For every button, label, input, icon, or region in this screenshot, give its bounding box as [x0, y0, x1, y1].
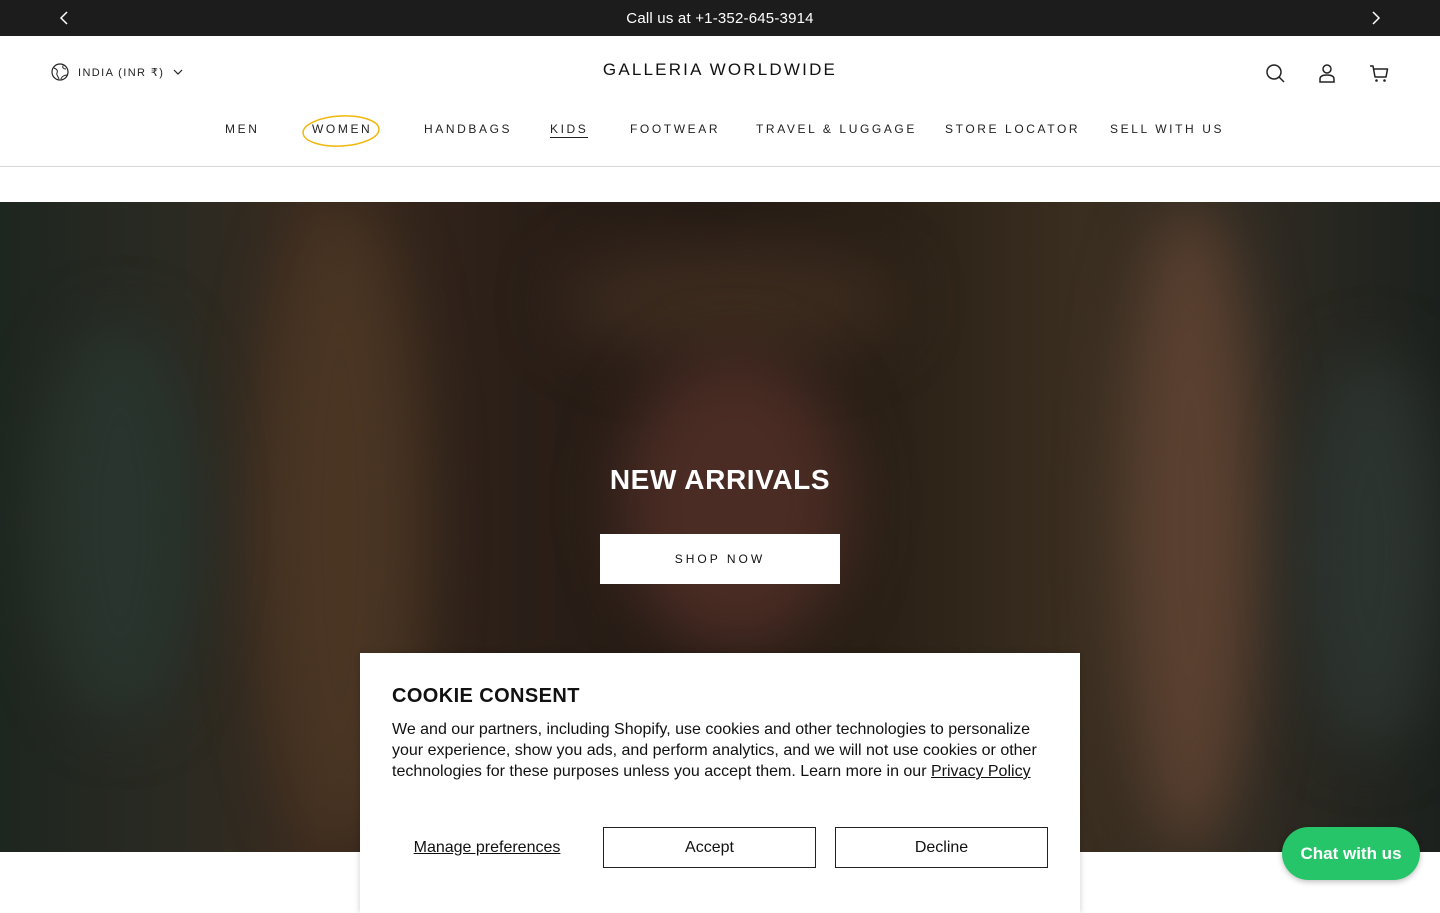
account-button[interactable] [1315, 61, 1339, 85]
chevron-right-icon [1372, 11, 1381, 25]
site-logo[interactable]: GALLERIA WORLDWIDE [580, 60, 860, 80]
globe-icon [51, 63, 69, 81]
chevron-left-icon [59, 11, 68, 25]
hero-background-shape [1300, 352, 1440, 752]
country-selector[interactable]: INDIA (INR ₹) [51, 63, 183, 81]
user-icon [1319, 64, 1335, 83]
decline-button[interactable]: Decline [835, 827, 1048, 868]
cart-icon [1370, 65, 1389, 82]
cookie-consent-dialog: COOKIE CONSENT We and our partners, incl… [360, 653, 1080, 913]
next-announcement-button[interactable] [1365, 8, 1385, 28]
privacy-policy-link[interactable]: Privacy Policy [931, 763, 1031, 780]
announcement-text: Call us at +1-352-645-3914 [626, 9, 814, 27]
nav-item-handbags[interactable]: HANDBAGS [424, 122, 512, 136]
accept-button[interactable]: Accept [603, 827, 816, 868]
announcement-bar: Call us at +1-352-645-3914 [0, 0, 1440, 36]
hero-title: NEW ARRIVALS [609, 464, 831, 495]
main-navigation: MEN WOMEN HANDBAGS KIDS FOOTWEAR TRAVEL … [0, 122, 1440, 144]
cookie-title: COOKIE CONSENT [392, 685, 580, 707]
search-button[interactable] [1263, 61, 1287, 85]
chevron-down-icon [173, 69, 183, 75]
nav-item-travel-luggage[interactable]: TRAVEL & LUGGAGE [756, 122, 917, 136]
nav-item-women[interactable]: WOMEN [312, 122, 372, 136]
site-header: INDIA (INR ₹) GALLERIA WORLDWIDE MEN WOM… [0, 36, 1440, 167]
chat-button[interactable]: Chat with us [1282, 827, 1420, 880]
cookie-message: We and our partners, including Shopify, … [392, 719, 1052, 782]
nav-item-footwear[interactable]: FOOTWEAR [630, 122, 720, 136]
hero-background-shape [40, 322, 200, 722]
cart-button[interactable] [1367, 61, 1391, 85]
nav-item-men[interactable]: MEN [225, 122, 259, 136]
nav-item-sell-with-us[interactable]: SELL WITH US [1110, 122, 1224, 136]
manage-preferences-button[interactable]: Manage preferences [392, 827, 582, 868]
country-label: INDIA (INR ₹) [78, 66, 165, 79]
previous-announcement-button[interactable] [55, 8, 75, 28]
hero-background-shape [560, 242, 900, 362]
hero-background-shape [620, 352, 850, 652]
nav-item-kids[interactable]: KIDS [550, 122, 589, 138]
search-icon [1266, 64, 1285, 83]
shop-now-button[interactable]: SHOP NOW [600, 534, 840, 584]
hero-background-shape [1120, 202, 1260, 852]
nav-item-store-locator[interactable]: STORE LOCATOR [945, 122, 1080, 136]
